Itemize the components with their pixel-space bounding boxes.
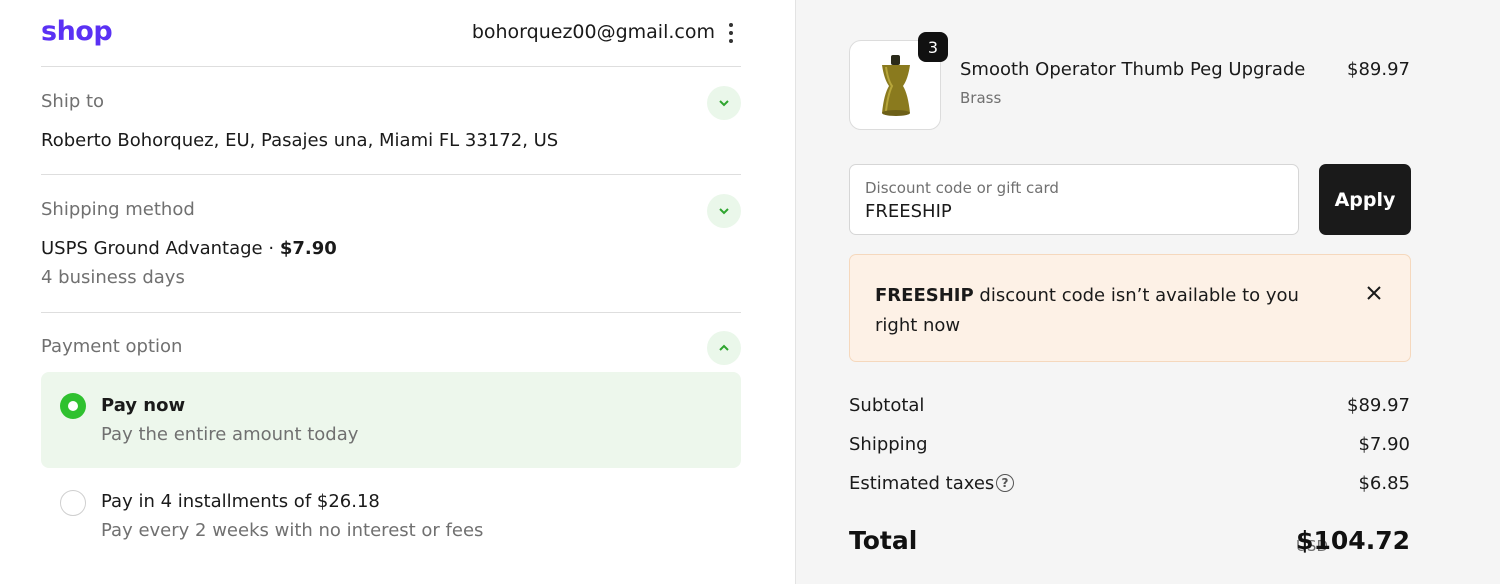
- product-variant: Brass: [960, 89, 1002, 107]
- alert-code: FREESHIP: [875, 285, 974, 306]
- radio-selected[interactable]: [60, 393, 86, 419]
- chevron-down-icon[interactable]: [707, 194, 741, 228]
- account-email[interactable]: bohorquez00@gmail.com: [472, 21, 715, 43]
- chevron-up-icon[interactable]: [707, 331, 741, 365]
- total-label: Total: [849, 526, 918, 555]
- pay-now-description: Pay the entire amount today: [101, 424, 359, 445]
- shipping-value: $7.90: [1358, 434, 1410, 455]
- close-icon[interactable]: [1360, 279, 1388, 307]
- chevron-down-icon[interactable]: [707, 86, 741, 120]
- pay-now-option[interactable]: Pay now Pay the entire amount today: [41, 372, 741, 468]
- pay-installments-description: Pay every 2 weeks with no interest or fe…: [101, 520, 484, 541]
- discount-placeholder: Discount code or gift card: [865, 179, 1059, 197]
- kebab-menu-icon[interactable]: [726, 22, 738, 44]
- discount-input[interactable]: FREESHIP: [865, 201, 952, 222]
- ship-to-address: Roberto Bohorquez, EU, Pasajes una, Miam…: [41, 130, 559, 151]
- shipping-method-name: USPS Ground Advantage: [41, 238, 263, 259]
- checkout-form: shop bohorquez00@gmail.com Ship to Rober…: [0, 0, 795, 584]
- pay-installments-title: Pay in 4 installments of $26.18: [101, 491, 380, 512]
- discount-error-alert: FREESHIP discount code isn’t available t…: [849, 254, 1411, 362]
- divider: [41, 312, 741, 313]
- taxes-label: Estimated taxes: [849, 473, 995, 494]
- alert-message: FREESHIP discount code isn’t available t…: [875, 281, 1345, 341]
- apply-button[interactable]: Apply: [1319, 164, 1411, 235]
- subtotal-value: $89.97: [1347, 395, 1410, 416]
- product-name: Smooth Operator Thumb Peg Upgrade: [960, 59, 1306, 80]
- total-value: $104.72: [1296, 526, 1410, 555]
- shipping-price: $7.90: [279, 238, 337, 259]
- taxes-value: $6.85: [1358, 473, 1410, 494]
- payment-option-label: Payment option: [41, 336, 183, 357]
- order-summary: 3 Smooth Operator Thumb Peg Upgrade Bras…: [795, 0, 1500, 584]
- help-icon[interactable]: ?: [996, 474, 1014, 492]
- divider: [41, 66, 741, 67]
- subtotal-label: Subtotal: [849, 395, 925, 416]
- discount-field[interactable]: Discount code or gift card FREESHIP: [849, 164, 1299, 235]
- pay-now-title: Pay now: [101, 395, 186, 416]
- radio-unselected[interactable]: [60, 490, 86, 516]
- shop-logo: shop: [41, 16, 113, 47]
- shipping-method-label: Shipping method: [41, 199, 195, 220]
- pay-installments-option[interactable]: Pay in 4 installments of $26.18 Pay ever…: [41, 470, 741, 566]
- shipping-label: Shipping: [849, 434, 928, 455]
- ship-to-label: Ship to: [41, 91, 105, 112]
- quantity-badge: 3: [918, 32, 948, 62]
- product-price: $89.97: [1347, 59, 1410, 80]
- divider: [41, 174, 741, 175]
- shipping-method-value: USPS Ground Advantage · $7.90: [41, 238, 337, 259]
- shipping-eta: 4 business days: [41, 267, 185, 288]
- separator: ·: [262, 238, 280, 259]
